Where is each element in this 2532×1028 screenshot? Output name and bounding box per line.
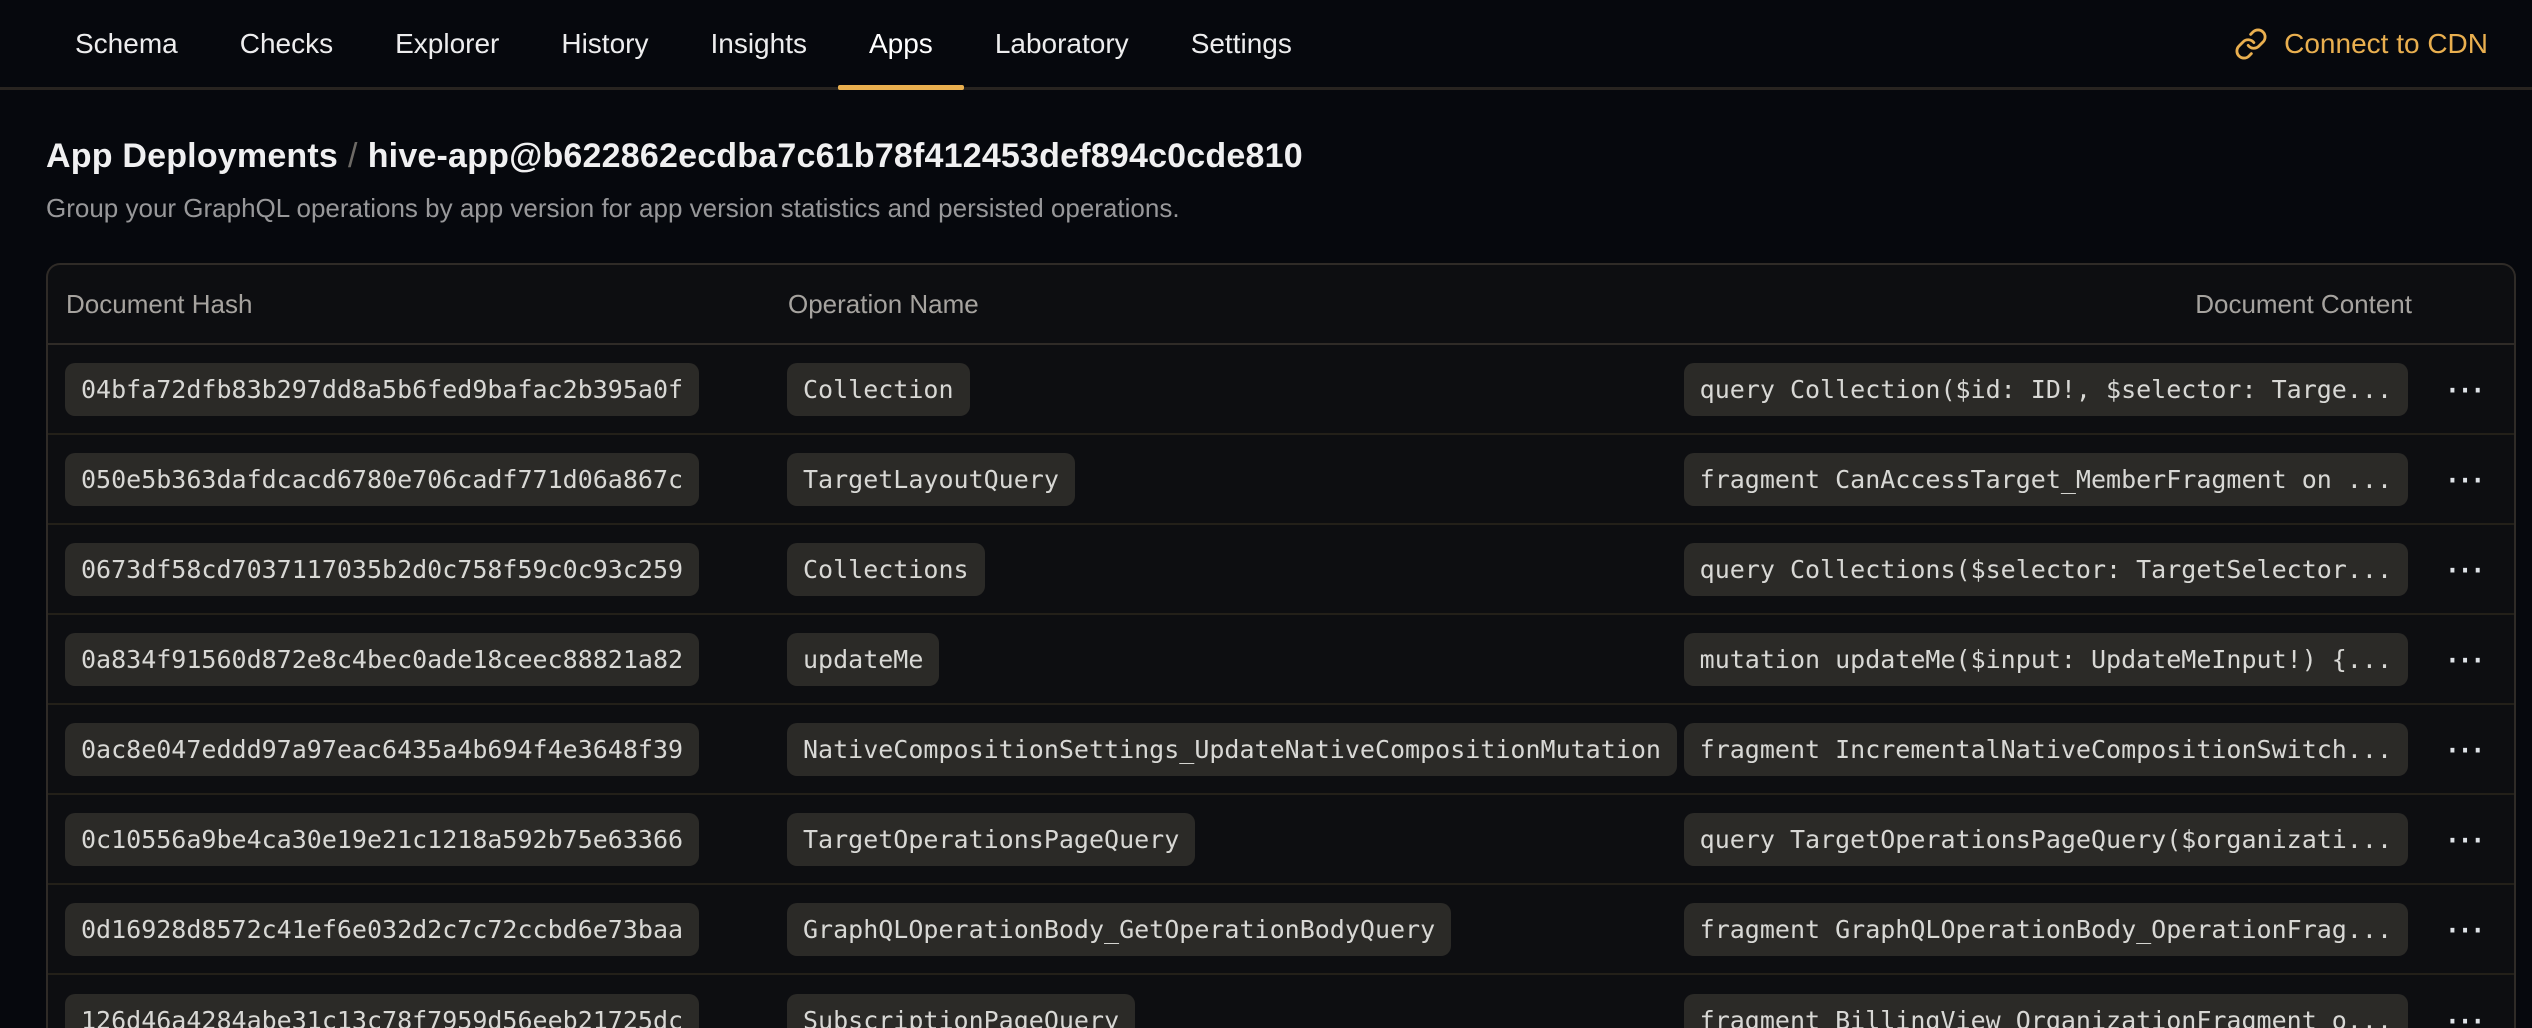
top-nav: SchemaChecksExplorerHistoryInsightsAppsL…: [0, 0, 2532, 90]
operation-name-pill: GraphQLOperationBody_GetOperationBodyQue…: [787, 903, 1451, 956]
row-menu-button[interactable]: ⋯: [2444, 910, 2488, 948]
connect-to-cdn-label: Connect to CDN: [2284, 28, 2488, 60]
operation-name-pill: SubscriptionPageQuery: [787, 994, 1135, 1028]
table-row[interactable]: 0c10556a9be4ca30e19e21c1218a592b75e63366…: [48, 795, 2514, 885]
operation-name-pill: Collections: [787, 543, 985, 596]
table-row[interactable]: 0d16928d8572c41ef6e032d2c7c72ccbd6e73baa…: [48, 885, 2514, 975]
table-body: 04bfa72dfb83b297dd8a5b6fed9bafac2b395a0f…: [48, 345, 2514, 1028]
nav-tabs: SchemaChecksExplorerHistoryInsightsAppsL…: [44, 0, 1323, 87]
document-hash-pill: 0a834f91560d872e8c4bec0ade18ceec88821a82: [65, 633, 699, 686]
operation-name-pill: Collection: [787, 363, 970, 416]
tab-insights[interactable]: Insights: [679, 0, 838, 87]
table-row[interactable]: 050e5b363dafdcacd6780e706cadf771d06a867c…: [48, 435, 2514, 525]
table-row[interactable]: 0ac8e047eddd97a97eac6435a4b694f4e3648f39…: [48, 705, 2514, 795]
row-menu-button[interactable]: ⋯: [2444, 370, 2488, 408]
table-row[interactable]: 0673df58cd7037117035b2d0c758f59c0c93c259…: [48, 525, 2514, 615]
tab-apps[interactable]: Apps: [838, 0, 964, 87]
column-header-document-content: Document Content: [2195, 289, 2412, 320]
breadcrumb-root[interactable]: App Deployments: [46, 137, 338, 175]
column-header-document-hash: Document Hash: [66, 289, 788, 320]
operation-name-pill: TargetLayoutQuery: [787, 453, 1075, 506]
document-content-pill[interactable]: fragment BillingView_OrganizationFragmen…: [1684, 994, 2408, 1028]
row-menu-button[interactable]: ⋯: [2444, 1001, 2488, 1028]
link-icon: [2234, 27, 2268, 61]
operation-name-pill: NativeCompositionSettings_UpdateNativeCo…: [787, 723, 1677, 776]
table-row[interactable]: 04bfa72dfb83b297dd8a5b6fed9bafac2b395a0f…: [48, 345, 2514, 435]
tab-history[interactable]: History: [530, 0, 679, 87]
operation-name-pill: updateMe: [787, 633, 939, 686]
breadcrumb-separator: /: [338, 137, 368, 175]
deployments-table: Document Hash Operation Name Document Co…: [46, 263, 2516, 1028]
breadcrumb-current: hive-app@b622862ecdba7c61b78f412453def89…: [368, 137, 1303, 175]
row-menu-button[interactable]: ⋯: [2444, 640, 2488, 678]
document-content-pill[interactable]: mutation updateMe($input: UpdateMeInput!…: [1684, 633, 2408, 686]
document-content-pill[interactable]: fragment CanAccessTarget_MemberFragment …: [1684, 453, 2408, 506]
document-hash-pill: 126d46a4284abe31c13c78f7959d56eeb21725dc: [65, 994, 699, 1028]
document-content-pill[interactable]: query Collection($id: ID!, $selector: Ta…: [1684, 363, 2408, 416]
row-menu-button[interactable]: ⋯: [2444, 820, 2488, 858]
row-menu-button[interactable]: ⋯: [2444, 550, 2488, 588]
document-hash-pill: 0ac8e047eddd97a97eac6435a4b694f4e3648f39: [65, 723, 699, 776]
table-row[interactable]: 126d46a4284abe31c13c78f7959d56eeb21725dc…: [48, 975, 2514, 1028]
tab-laboratory[interactable]: Laboratory: [964, 0, 1160, 87]
document-hash-pill: 0d16928d8572c41ef6e032d2c7c72ccbd6e73baa: [65, 903, 699, 956]
row-menu-button[interactable]: ⋯: [2444, 730, 2488, 768]
row-menu-button[interactable]: ⋯: [2444, 460, 2488, 498]
document-hash-pill: 04bfa72dfb83b297dd8a5b6fed9bafac2b395a0f: [65, 363, 699, 416]
page-title: App Deployments/hive-app@b622862ecdba7c6…: [46, 132, 2486, 180]
page-subtitle: Group your GraphQL operations by app ver…: [46, 192, 2486, 224]
table-header-row: Document Hash Operation Name Document Co…: [48, 265, 2514, 345]
document-content-pill[interactable]: query Collections($selector: TargetSelec…: [1684, 543, 2408, 596]
tab-checks[interactable]: Checks: [209, 0, 364, 87]
tab-explorer[interactable]: Explorer: [364, 0, 530, 87]
document-hash-pill: 0c10556a9be4ca30e19e21c1218a592b75e63366: [65, 813, 699, 866]
document-content-pill[interactable]: query TargetOperationsPageQuery($organiz…: [1684, 813, 2408, 866]
document-content-pill[interactable]: fragment GraphQLOperationBody_OperationF…: [1684, 903, 2408, 956]
column-header-operation-name: Operation Name: [788, 289, 2195, 320]
tab-schema[interactable]: Schema: [44, 0, 209, 87]
document-content-pill[interactable]: fragment IncrementalNativeCompositionSwi…: [1684, 723, 2408, 776]
app-deployments-page: App Deployments/hive-app@b622862ecdba7c6…: [0, 132, 2532, 1028]
document-hash-pill: 0673df58cd7037117035b2d0c758f59c0c93c259: [65, 543, 699, 596]
tab-settings[interactable]: Settings: [1160, 0, 1323, 87]
operation-name-pill: TargetOperationsPageQuery: [787, 813, 1195, 866]
document-hash-pill: 050e5b363dafdcacd6780e706cadf771d06a867c: [65, 453, 699, 506]
table-row[interactable]: 0a834f91560d872e8c4bec0ade18ceec88821a82…: [48, 615, 2514, 705]
connect-to-cdn-link[interactable]: Connect to CDN: [2234, 0, 2488, 87]
